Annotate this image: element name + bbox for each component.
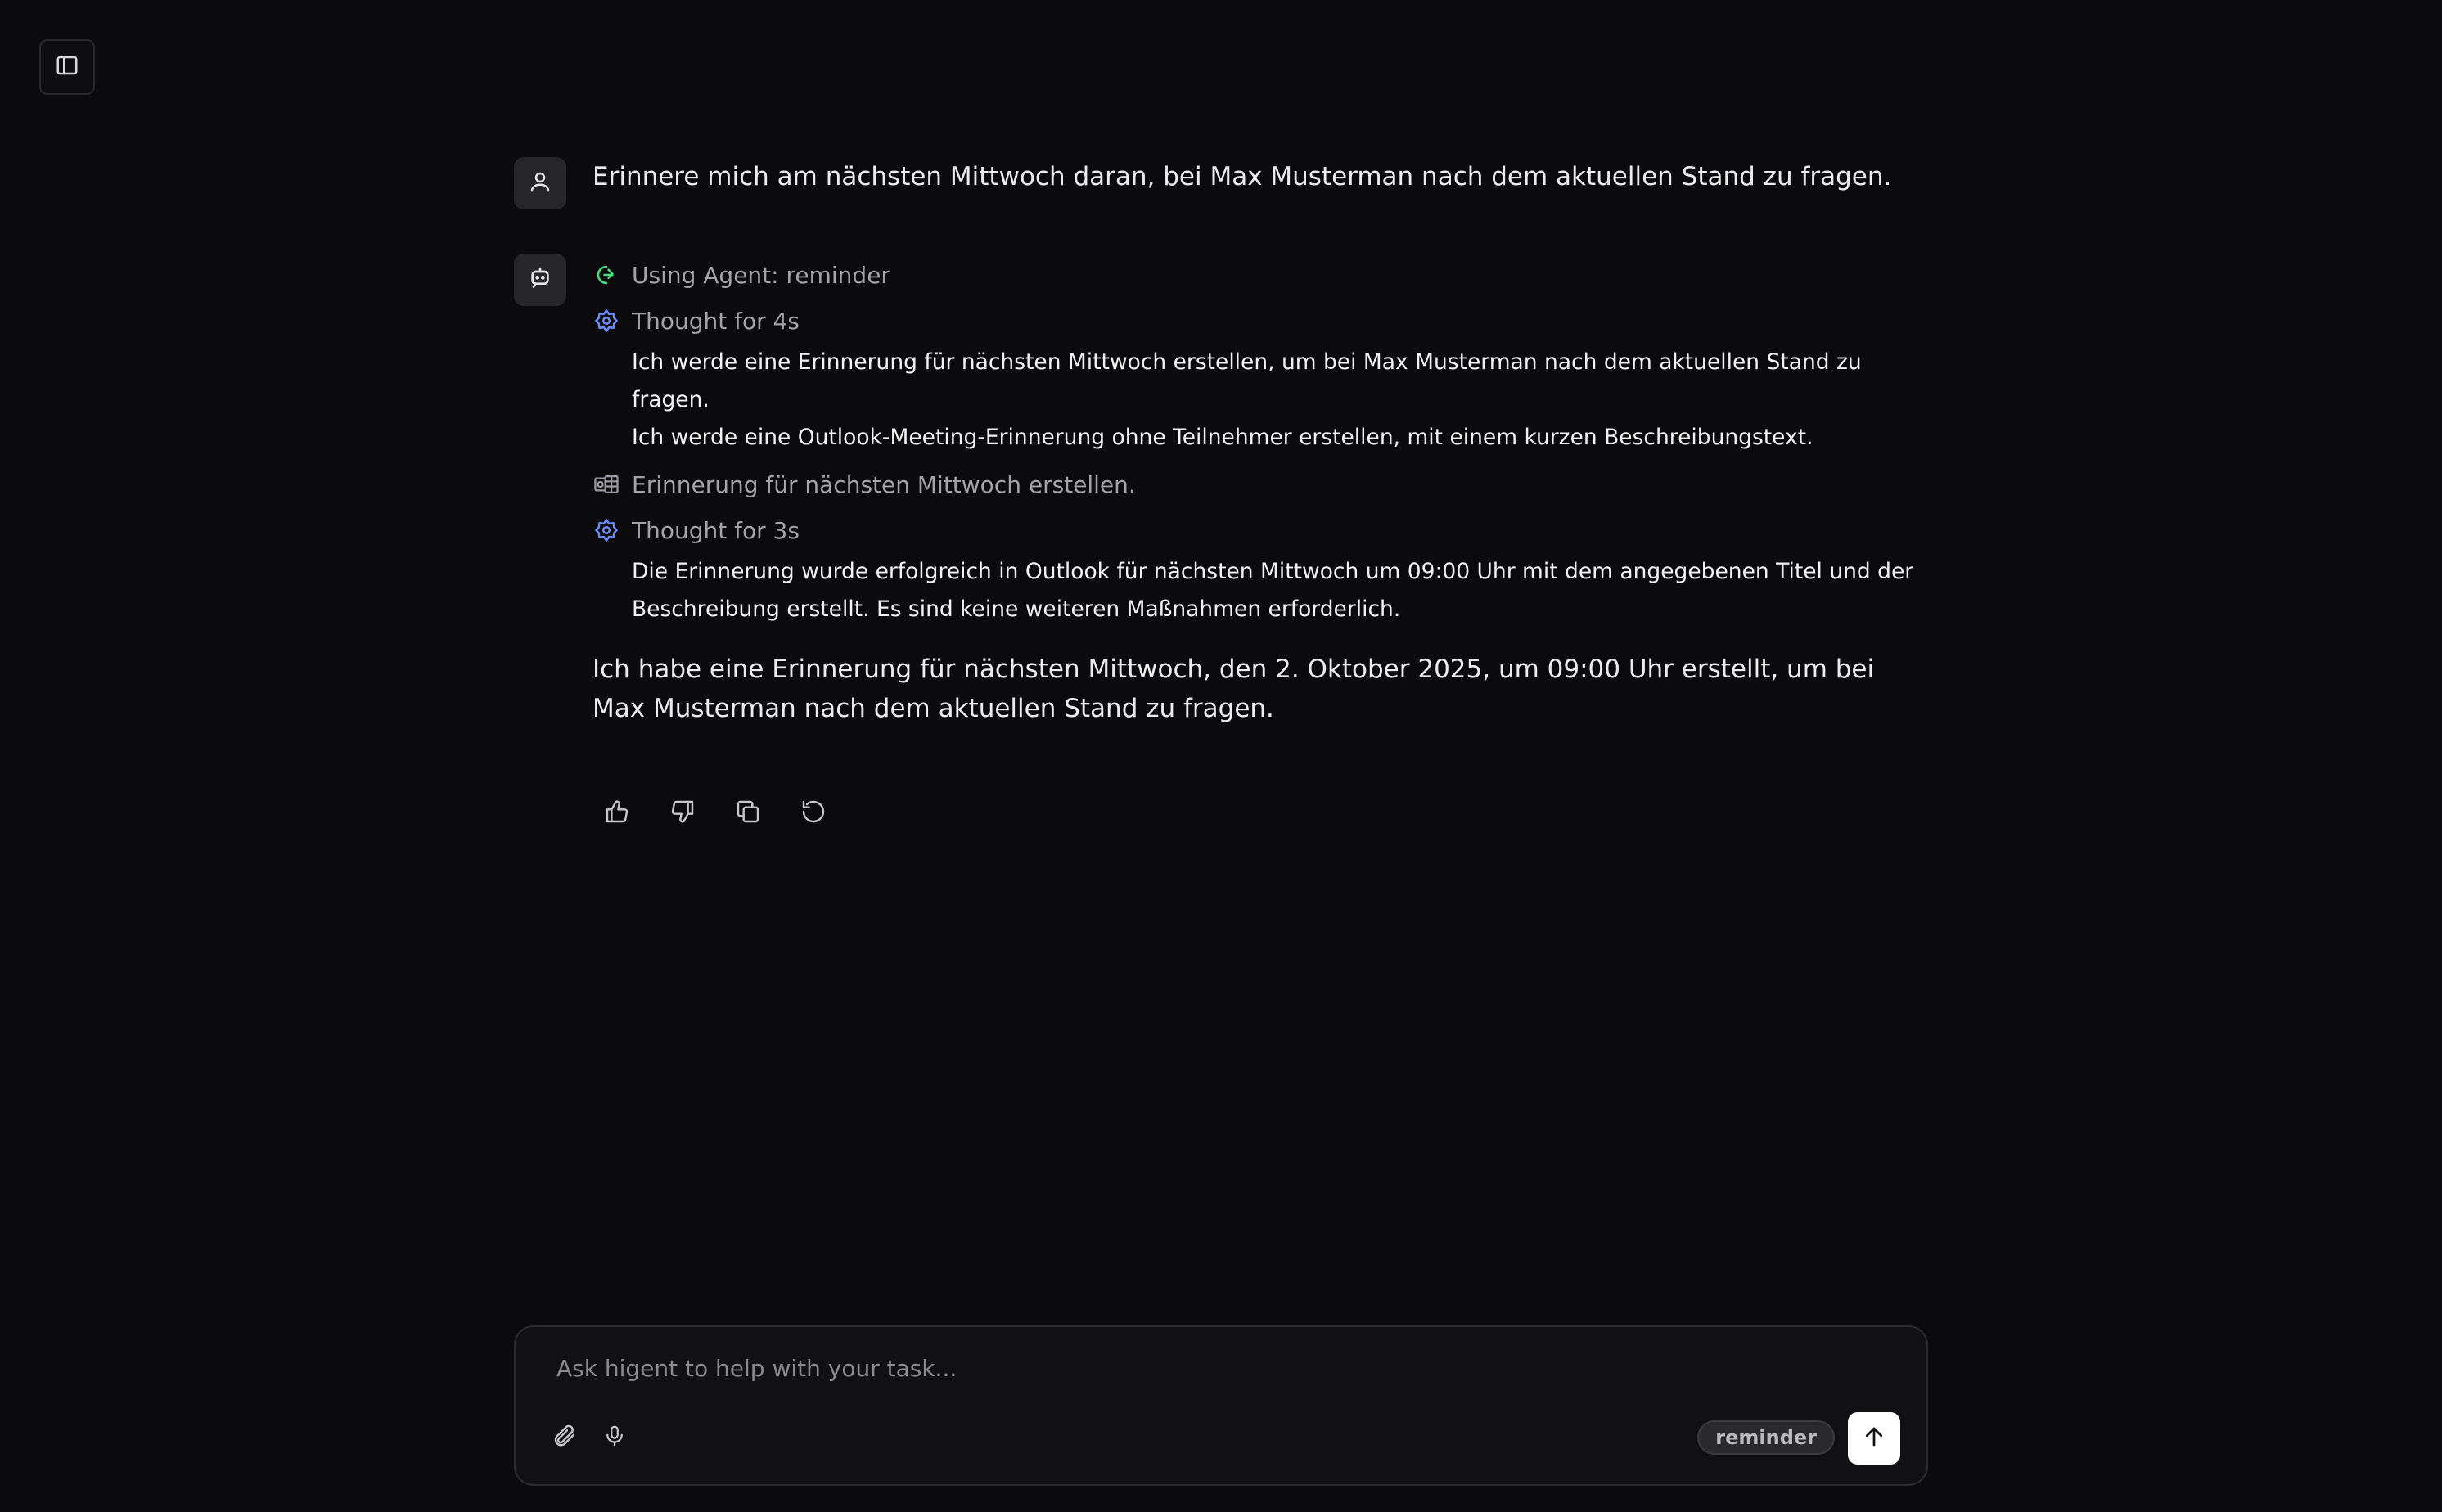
step-agent[interactable]: Using Agent: reminder bbox=[592, 252, 1928, 298]
step-thought-2-label: Thought for 3s bbox=[632, 516, 800, 544]
thought-2-body: Die Erinnerung wurde erfolgreich in Outl… bbox=[592, 553, 1928, 628]
thought-1-line-1: Ich werde eine Erinnerung für nächsten M… bbox=[632, 349, 1862, 412]
message-input[interactable] bbox=[555, 1347, 1868, 1389]
copy-icon bbox=[735, 799, 761, 828]
paperclip-icon bbox=[551, 1423, 577, 1452]
step-agent-label: Using Agent: reminder bbox=[632, 261, 890, 289]
arrow-up-icon bbox=[1862, 1424, 1886, 1452]
sidebar-panel-icon bbox=[55, 53, 79, 81]
copy-button[interactable] bbox=[732, 797, 764, 830]
outlook-icon bbox=[592, 470, 620, 498]
step-thought-1-label: Thought for 4s bbox=[632, 307, 800, 335]
assistant-final-answer: Ich habe eine Erinnerung für nächsten Mi… bbox=[592, 655, 1875, 723]
thumbs-down-icon bbox=[669, 799, 696, 828]
microphone-button[interactable] bbox=[594, 1417, 635, 1458]
user-message: Erinnere mich am nächsten Mittwoch daran… bbox=[514, 155, 1928, 209]
thought-icon bbox=[592, 307, 620, 335]
thought-1-line-2: Ich werde eine Outlook-Meeting-Erinnerun… bbox=[632, 425, 1813, 450]
agent-icon bbox=[592, 261, 620, 289]
thumbs-up-button[interactable] bbox=[601, 797, 633, 830]
user-message-text: Erinnere mich am nächsten Mittwoch daran… bbox=[592, 162, 1892, 191]
send-button[interactable] bbox=[1848, 1412, 1900, 1465]
user-avatar bbox=[514, 157, 566, 209]
message-composer: reminder bbox=[514, 1325, 1928, 1486]
step-tool-outlook[interactable]: Erinnerung für nächsten Mittwoch erstell… bbox=[592, 461, 1928, 507]
assistant-avatar bbox=[514, 254, 566, 306]
thought-icon bbox=[592, 516, 620, 544]
microphone-icon bbox=[602, 1424, 627, 1451]
regenerate-icon bbox=[800, 799, 827, 828]
thought-2-line-1: Die Erinnerung wurde erfolgreich in Outl… bbox=[632, 559, 1914, 622]
user-icon bbox=[528, 169, 552, 197]
thumbs-up-icon bbox=[604, 799, 630, 828]
assistant-message: Using Agent: reminder Thought for 4s Ich… bbox=[514, 252, 1928, 830]
attach-button[interactable] bbox=[543, 1417, 584, 1458]
step-thought-1[interactable]: Thought for 4s bbox=[592, 298, 1928, 344]
agent-badge[interactable]: reminder bbox=[1697, 1420, 1835, 1455]
step-tool-label: Erinnerung für nächsten Mittwoch erstell… bbox=[632, 470, 1136, 498]
bot-icon bbox=[527, 265, 553, 295]
message-actions bbox=[592, 797, 1928, 830]
sidebar-toggle-button[interactable] bbox=[39, 39, 95, 95]
chat-thread: Erinnere mich am nächsten Mittwoch daran… bbox=[514, 155, 1928, 830]
step-thought-2[interactable]: Thought for 3s bbox=[592, 507, 1928, 553]
thumbs-down-button[interactable] bbox=[666, 797, 699, 830]
thought-1-body: Ich werde eine Erinnerung für nächsten M… bbox=[592, 344, 1928, 457]
regenerate-button[interactable] bbox=[797, 797, 830, 830]
